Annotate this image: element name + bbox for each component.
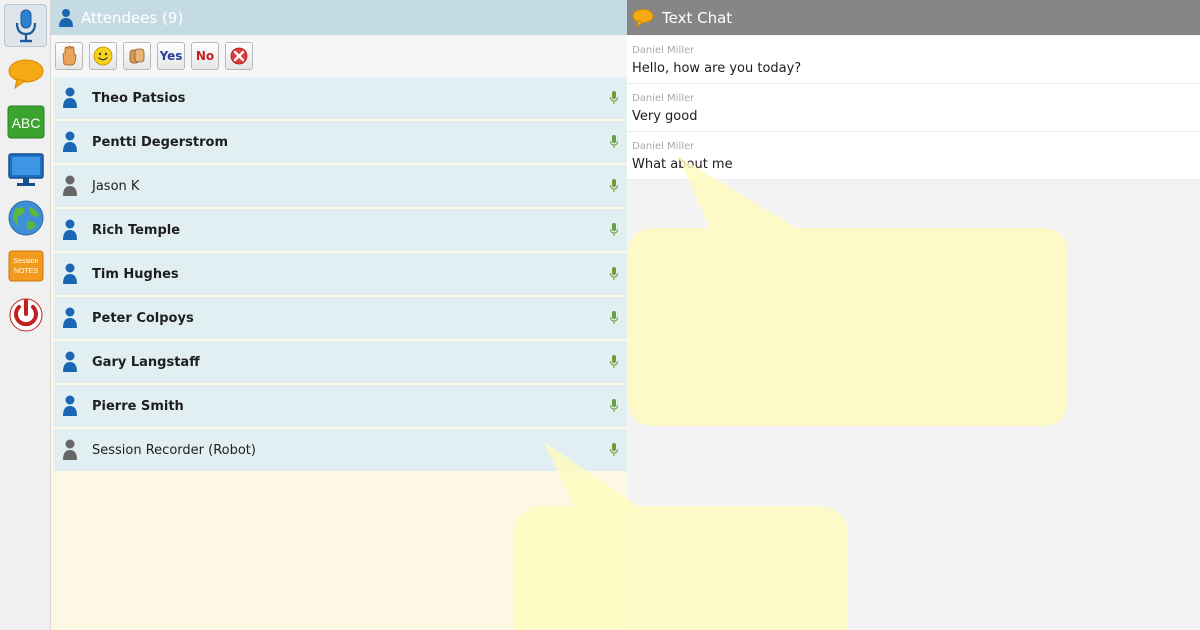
clear-status-button[interactable] <box>225 42 253 70</box>
attendees-header: Attendees (9) <box>51 0 627 35</box>
attendee-row[interactable]: Jason K <box>53 165 627 207</box>
session-notes-icon: Session NOTES <box>8 250 43 281</box>
svg-text:NOTES: NOTES <box>13 268 37 275</box>
screen-share-button[interactable] <box>4 148 47 191</box>
message-sender: Daniel Miller <box>632 93 695 104</box>
text-chat-panel: Text Chat Daniel Miller Hello, how are y… <box>627 0 1200 630</box>
microphone-icon <box>610 267 618 280</box>
attendee-name: Gary Langstaff <box>92 354 200 370</box>
attendee-name: Pierre Smith <box>92 398 184 414</box>
attendee-row[interactable]: Tim Hughes <box>53 253 627 295</box>
attendee-name: Peter Colpoys <box>92 310 194 326</box>
microphone-icon <box>610 443 618 456</box>
abc-whiteboard-icon: ABC <box>7 105 44 138</box>
smile-button[interactable] <box>89 42 117 70</box>
svg-text:Session: Session <box>13 258 38 265</box>
microphone-icon <box>610 399 618 412</box>
attendees-panel: Attendees (9) Yes No Theo Patsios Pentti… <box>51 0 627 630</box>
web-browser-button[interactable] <box>4 196 47 239</box>
red-x-icon <box>230 47 248 65</box>
raised-hand-icon <box>62 46 77 66</box>
chat-title: Text Chat <box>662 8 733 27</box>
whiteboard-button[interactable]: ABC <box>4 100 47 143</box>
attendee-name: Rich Temple <box>92 222 181 238</box>
svg-text:ABC: ABC <box>11 115 40 131</box>
applause-button[interactable] <box>123 42 151 70</box>
yes-button[interactable]: Yes <box>157 42 185 70</box>
attendee-name: Jason K <box>92 178 140 194</box>
chat-message: Daniel Miller Very good <box>627 84 1200 132</box>
monitor-icon <box>7 152 44 186</box>
message-text: What about me <box>632 157 733 172</box>
chat-button[interactable] <box>4 52 47 95</box>
yes-label: Yes <box>159 49 183 63</box>
message-sender: Daniel Miller <box>632 141 695 152</box>
attendee-row[interactable]: Rich Temple <box>53 209 627 251</box>
microphone-icon <box>610 355 618 368</box>
person-icon <box>63 263 77 284</box>
clapping-hands-icon <box>129 48 145 64</box>
person-icon <box>63 307 77 328</box>
power-icon <box>9 298 42 331</box>
microphone-icon <box>610 311 618 324</box>
chat-bubble-icon <box>8 59 43 89</box>
person-icon <box>59 8 73 27</box>
attendee-row[interactable]: Gary Langstaff <box>53 341 627 383</box>
session-notes-button[interactable]: Session NOTES <box>4 244 47 287</box>
attendee-row[interactable]: Pierre Smith <box>53 385 627 427</box>
microphone-icon <box>610 223 618 236</box>
attendee-row[interactable]: Session Recorder (Robot) <box>53 429 627 471</box>
microphone-icon <box>610 91 618 104</box>
raise-hand-button[interactable] <box>55 42 83 70</box>
person-icon <box>63 219 77 240</box>
person-icon <box>63 439 77 460</box>
no-button[interactable]: No <box>191 42 219 70</box>
message-sender: Daniel Miller <box>632 45 695 56</box>
globe-icon <box>8 200 43 235</box>
person-icon <box>63 87 77 108</box>
smiley-icon <box>93 46 113 66</box>
attendee-name: Theo Patsios <box>92 90 186 106</box>
attendee-row[interactable]: Theo Patsios <box>53 77 627 119</box>
attendee-name: Pentti Degerstrom <box>92 134 228 150</box>
chat-bubble-icon <box>632 8 654 28</box>
reaction-toolbar: Yes No <box>51 35 627 77</box>
no-label: No <box>195 49 215 63</box>
chat-message: Daniel Miller Hello, how are you today? <box>627 36 1200 84</box>
attendee-name: Tim Hughes <box>92 266 179 282</box>
person-icon <box>63 175 77 196</box>
message-text: Very good <box>632 109 698 124</box>
person-icon <box>63 395 77 416</box>
chat-header: Text Chat <box>627 0 1200 35</box>
microphone-icon <box>610 135 618 148</box>
person-icon <box>63 131 77 152</box>
person-icon <box>63 351 77 372</box>
chat-message: Daniel Miller What about me <box>627 132 1200 180</box>
attendees-title: Attendees (9) <box>81 8 184 27</box>
left-toolbar: ABC Session NOTES <box>0 0 51 630</box>
attendee-row[interactable]: Pentti Degerstrom <box>53 121 627 163</box>
message-text: Hello, how are you today? <box>632 61 802 76</box>
exit-session-button[interactable] <box>4 292 47 335</box>
microphone-button[interactable] <box>4 4 47 47</box>
microphone-icon <box>610 179 618 192</box>
attendee-name: Session Recorder (Robot) <box>92 442 256 458</box>
microphone-icon <box>15 9 36 42</box>
attendee-row[interactable]: Peter Colpoys <box>53 297 627 339</box>
